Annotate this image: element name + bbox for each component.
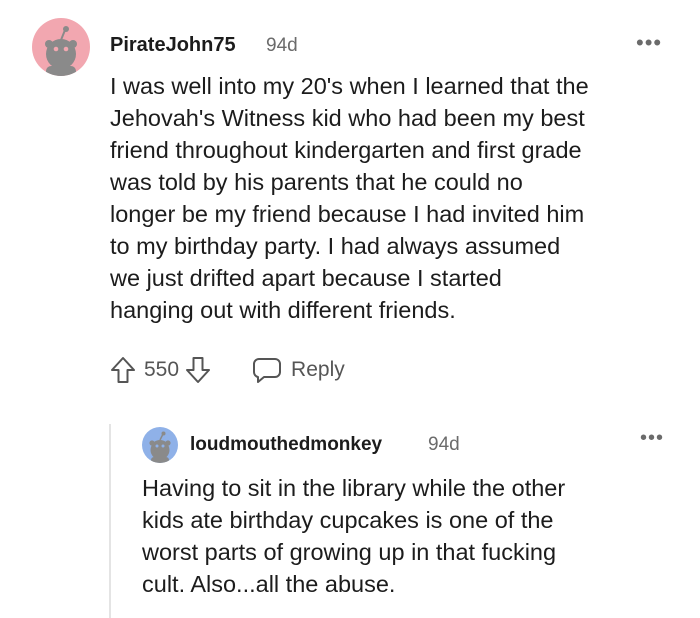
comment-text-line: we just drifted apart because I started [110,265,502,291]
upvote-button[interactable] [108,355,138,385]
reply-text-line: worst parts of growing up in that fuckin… [142,539,557,565]
comment-body: I was well into my 20's when I learned t… [110,70,678,326]
comment-username[interactable]: PirateJohn75 [110,34,236,57]
avatar-piratejohn75[interactable] [32,18,90,76]
snoo-avatar-icon [45,26,77,76]
thread-line[interactable] [109,424,111,618]
comment-text-line: friend throughout kindergarten and first… [110,137,582,163]
comment-age: 94d [266,35,298,56]
comment-text-line: was told by his parents that he could no [110,169,523,195]
downvote-button[interactable] [183,355,213,385]
reply-button[interactable]: Reply [251,355,345,385]
speech-bubble-icon [253,358,282,383]
upvote-arrow-icon [111,357,135,383]
reply-text-line: cult. Also...all the abuse. [142,571,396,597]
vote-count: 550 [144,358,180,381]
comment-text-line: Jehovah's Witness kid who had been my be… [110,105,585,131]
comment-text-line: to my birthday party. I had always assum… [110,233,561,259]
more-options-icon[interactable]: ••• [636,30,662,56]
comment-text-line: hanging out with different friends. [110,297,456,323]
reply-username[interactable]: loudmouthedmonkey [190,434,382,456]
comment-text-line: I was well into my 20's when I learned t… [110,73,589,99]
reply-text-line: Having to sit in the library while the o… [142,475,566,501]
snoo-avatar-icon [149,431,171,463]
reply-text-line: kids ate birthday cupcakes is one of the [142,507,554,533]
downvote-arrow-icon [186,357,211,383]
reply-age: 94d [428,434,460,455]
reply-body: Having to sit in the library while the o… [142,472,682,600]
comment-action-bar: 550 Reply [108,352,345,388]
comment-text-line: longer be my friend because I had invite… [110,201,585,227]
more-options-icon[interactable]: ••• [640,427,664,450]
reply-label: Reply [291,358,345,381]
avatar-loudmouthedmonkey[interactable] [142,427,178,463]
